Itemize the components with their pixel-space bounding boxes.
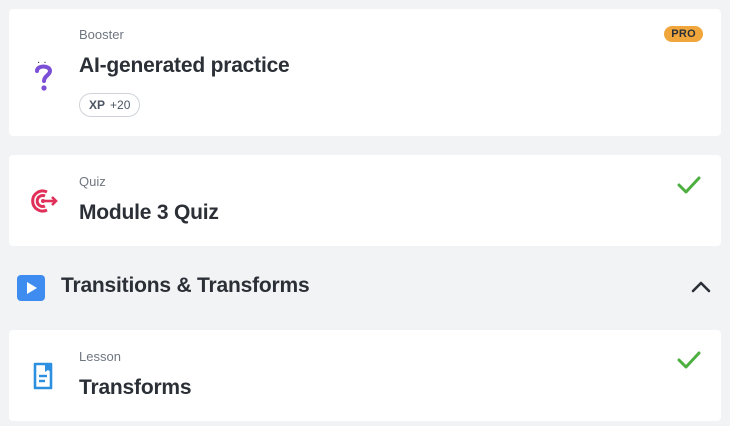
xp-value: +20 — [110, 98, 131, 112]
card-kind: Quiz — [79, 174, 106, 189]
lesson-card[interactable]: Lesson Transforms — [9, 330, 721, 421]
card-title[interactable]: Transforms — [79, 376, 192, 400]
check-icon — [677, 175, 701, 200]
card-kind: Booster — [79, 27, 124, 42]
lesson-doc-icon — [32, 362, 56, 395]
play-icon — [17, 275, 45, 306]
card-kind: Lesson — [79, 349, 121, 364]
section-header[interactable]: Transitions & Transforms — [0, 263, 730, 313]
booster-card[interactable]: · · Booster AI-generated practice PRO XP… — [9, 9, 721, 136]
xp-label: XP — [89, 98, 106, 112]
target-icon — [29, 187, 59, 220]
card-title[interactable]: AI-generated practice — [79, 54, 290, 78]
ai-question-icon: · · — [33, 57, 55, 96]
chevron-up-icon[interactable] — [690, 279, 712, 300]
pro-badge: PRO — [664, 26, 703, 42]
xp-pill: XP +20 — [79, 93, 141, 117]
quiz-card[interactable]: Quiz Module 3 Quiz — [9, 155, 721, 246]
section-title: Transitions & Transforms — [61, 274, 310, 297]
check-icon — [677, 350, 701, 375]
card-title[interactable]: Module 3 Quiz — [79, 201, 219, 225]
